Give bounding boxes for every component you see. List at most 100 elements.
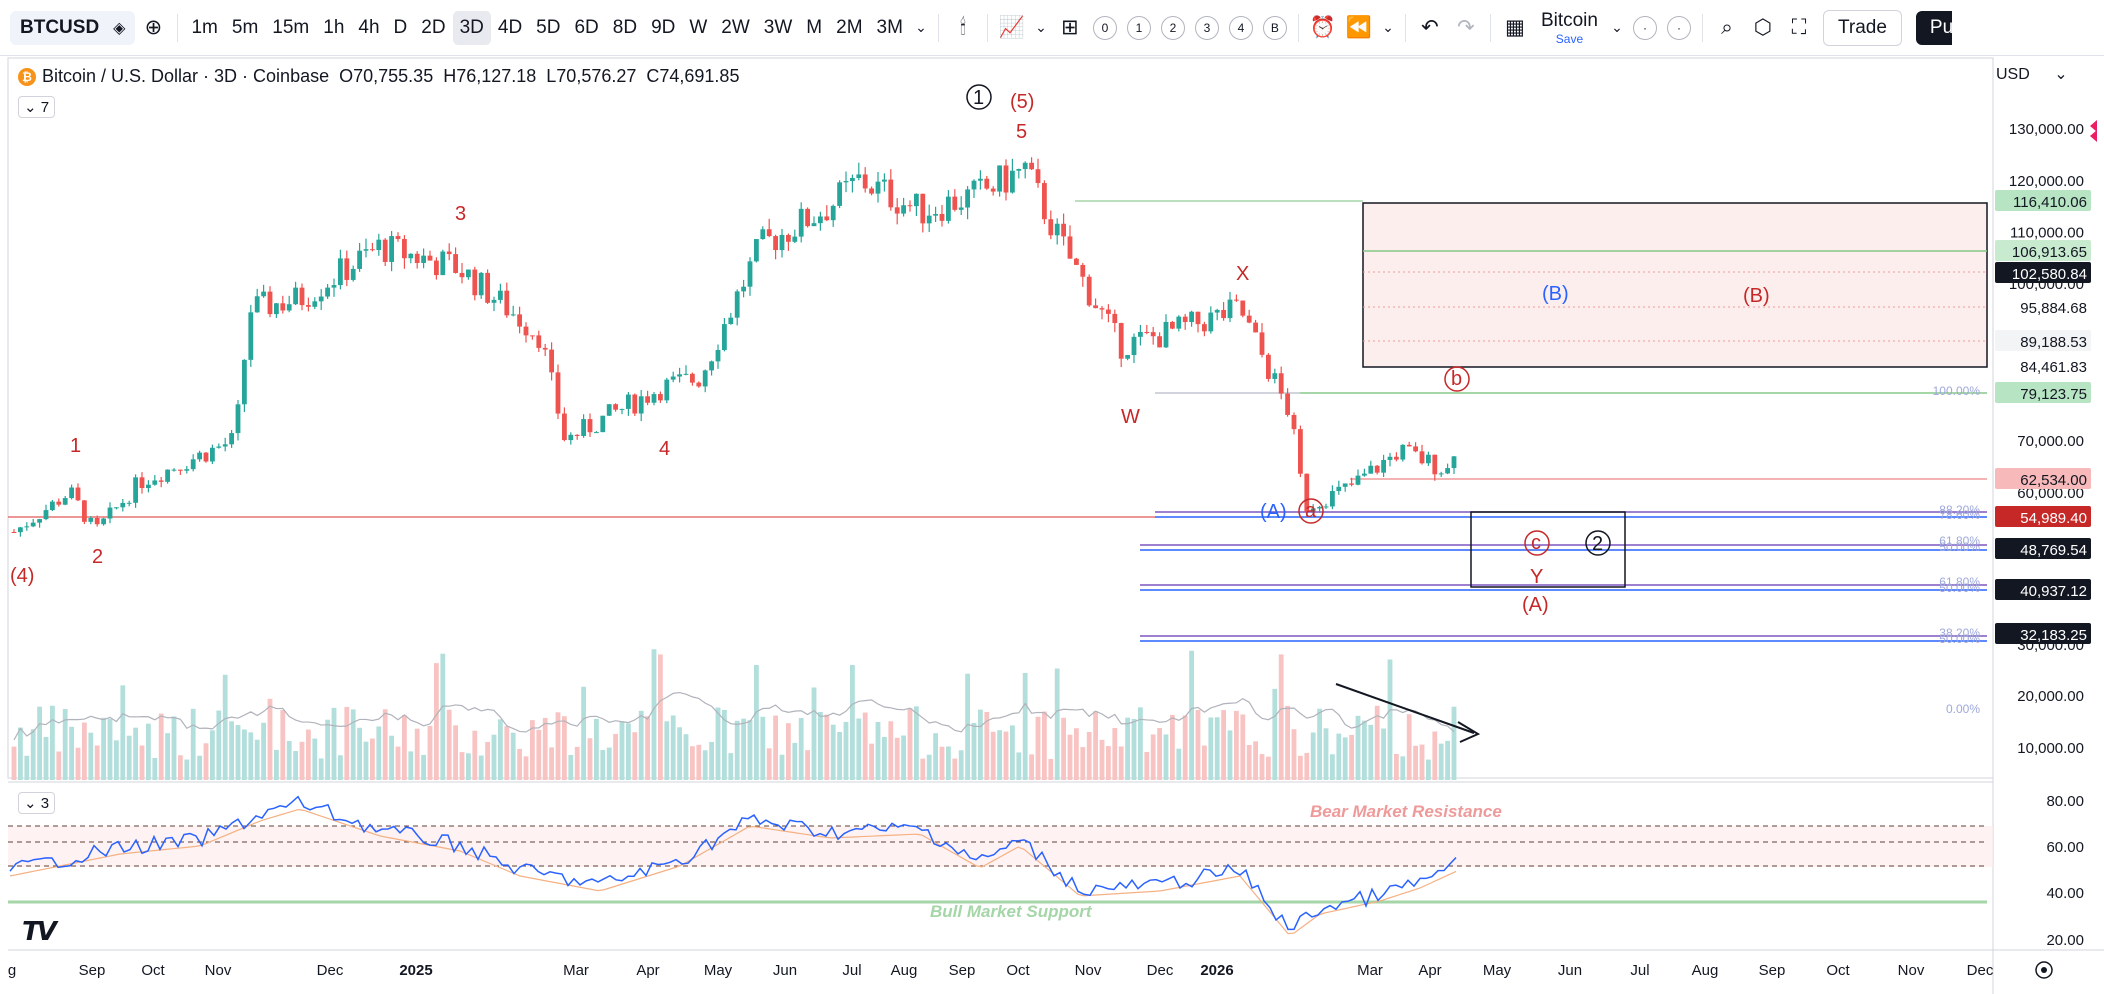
interval-button[interactable]: 3W xyxy=(757,11,800,45)
time-axis[interactable]: g Sep Oct Nov Dec 2025 Mar Apr May Jun Jul Aug Sep Oc… xyxy=(8,962,1994,979)
interval-button[interactable]: 9D xyxy=(644,11,682,45)
wave-label[interactable]: 5 xyxy=(1016,121,1027,143)
volume-bar xyxy=(24,755,30,780)
alert-clock-icon[interactable]: ⏰ xyxy=(1305,11,1341,45)
wave-label[interactable]: Y xyxy=(1530,566,1543,588)
candle-body xyxy=(1016,169,1022,171)
interval-button[interactable]: 15m xyxy=(265,11,316,45)
interval-button[interactable]: 4h xyxy=(351,11,386,45)
layout-name-button[interactable]: Bitcoin Save xyxy=(1541,11,1598,45)
candle-body xyxy=(11,532,17,533)
interval-button[interactable]: 2M xyxy=(829,11,869,45)
wave-label[interactable]: (B) xyxy=(1743,285,1770,307)
interval-button[interactable]: 5m xyxy=(225,11,265,45)
interval-button[interactable]: 1m xyxy=(184,11,224,45)
interval-button[interactable]: 6D xyxy=(567,11,605,45)
candle-body xyxy=(984,178,990,189)
layout-counter[interactable]: 2 xyxy=(1160,15,1185,40)
interval-button[interactable]: W xyxy=(682,11,714,45)
indicators-icon[interactable]: 📈 xyxy=(994,11,1030,45)
volume-bar xyxy=(94,745,100,780)
volume-bar xyxy=(254,739,260,780)
wave-label[interactable]: 1 xyxy=(973,87,984,109)
price-badge-text: 40,937.12 xyxy=(2020,583,2087,600)
interval-button[interactable]: M xyxy=(799,11,829,45)
candle-body xyxy=(1368,465,1374,474)
candle-body xyxy=(1106,309,1111,314)
settings-gear-icon[interactable]: ⬡ xyxy=(1745,11,1781,45)
wave-label[interactable]: W xyxy=(1121,406,1140,428)
wave-label[interactable]: 3 xyxy=(455,203,466,225)
volume-bar xyxy=(901,735,906,780)
target-zone-B[interactable] xyxy=(1362,202,1988,368)
volume-bar xyxy=(1240,714,1246,780)
add-symbol-icon[interactable]: ⊕ xyxy=(135,11,171,45)
wave-label[interactable]: 2 xyxy=(1592,533,1603,555)
interval-button[interactable]: 4D xyxy=(491,11,529,45)
volume-bar xyxy=(1349,734,1354,780)
wave-label[interactable]: a xyxy=(1305,500,1317,522)
candle-body xyxy=(69,487,74,499)
interval-button[interactable]: 3D xyxy=(452,10,491,45)
volume-bar xyxy=(888,721,894,780)
wave-label[interactable]: c xyxy=(1531,532,1541,554)
dot-icon[interactable]: · xyxy=(1666,15,1691,40)
quick-search-icon[interactable]: ⌕ xyxy=(1709,11,1745,45)
chevron-down-icon[interactable]: ⌄ xyxy=(1606,11,1628,45)
chevron-down-icon[interactable]: ⌄ xyxy=(1377,11,1399,45)
candle-body xyxy=(178,469,183,471)
layout-counter[interactable]: 0 xyxy=(1092,15,1117,40)
volume-bar xyxy=(1214,717,1220,780)
candle-body xyxy=(997,165,1002,192)
price-badge: 95,884.68 xyxy=(1995,296,2091,317)
interval-button[interactable]: 1h xyxy=(316,11,351,45)
layout-counter[interactable]: 4 xyxy=(1228,15,1253,40)
symbol-compare-icon[interactable]: ◈ xyxy=(113,18,125,38)
rsi-axis[interactable]: 80.00 60.00 40.00 20.00 xyxy=(2046,793,2084,949)
fullscreen-icon[interactable]: ⛶ xyxy=(1781,11,1817,45)
candle-body xyxy=(1144,331,1150,333)
wave-label[interactable]: 2 xyxy=(92,546,103,568)
layout-grid-icon[interactable]: ⊞ xyxy=(1052,11,1088,45)
candle-body xyxy=(946,196,951,221)
wave-label[interactable]: (A) xyxy=(1522,594,1549,616)
layout-counter[interactable]: B xyxy=(1262,15,1287,40)
wave-label[interactable]: 4 xyxy=(659,438,670,460)
interval-button[interactable]: 2D xyxy=(414,11,452,45)
interval-button[interactable]: 3M xyxy=(870,11,910,45)
chevron-down-icon[interactable]: ⌄ xyxy=(910,11,932,45)
volume-bar xyxy=(1432,731,1438,780)
replay-icon[interactable]: ⏪ xyxy=(1341,11,1377,45)
interval-button[interactable]: 8D xyxy=(606,11,644,45)
price-chart[interactable]: 88.20%78.60%61.80%50.00%61.80%50.00%38.2… xyxy=(0,56,2104,994)
wave-label[interactable]: b xyxy=(1451,368,1462,390)
candle-body xyxy=(907,205,913,207)
trade-button[interactable]: Trade xyxy=(1822,9,1902,46)
symbol-search[interactable]: BTCUSD ◈ xyxy=(10,10,136,45)
wave-label[interactable]: X xyxy=(1236,263,1249,285)
candle-body xyxy=(1054,223,1060,236)
volume-bar xyxy=(325,719,330,780)
interval-button[interactable]: 2W xyxy=(714,11,757,45)
layout-counter[interactable]: 3 xyxy=(1194,15,1219,40)
publish-button[interactable]: Pu xyxy=(1915,10,1953,45)
wave-label[interactable]: 1 xyxy=(70,435,81,457)
toolbar-divider xyxy=(937,13,939,42)
price-badge: 54,989.40 xyxy=(1995,506,2091,527)
candle-body xyxy=(101,518,106,525)
price-axis[interactable]: 130,000.00120,000.00110,000.00100,000.00… xyxy=(1995,121,2091,757)
wave-label[interactable]: (4) xyxy=(10,565,34,587)
layout-save-icon[interactable]: ▦ xyxy=(1497,11,1533,45)
volume-bar xyxy=(434,663,439,780)
interval-button[interactable]: D xyxy=(387,11,415,45)
interval-button[interactable]: 5D xyxy=(529,11,567,45)
undo-icon[interactable]: ↶ xyxy=(1412,11,1448,45)
wave-label[interactable]: (B) xyxy=(1542,283,1569,305)
dot-icon[interactable]: · xyxy=(1632,15,1657,40)
candles-style-icon[interactable]: 🕯 xyxy=(945,11,981,45)
layout-counter[interactable]: 1 xyxy=(1126,15,1151,40)
redo-icon[interactable]: ↷ xyxy=(1448,11,1484,45)
chevron-down-icon[interactable]: ⌄ xyxy=(1030,11,1052,45)
wave-label[interactable]: (A) xyxy=(1260,501,1287,523)
wave-label[interactable]: (5) xyxy=(1010,91,1034,113)
